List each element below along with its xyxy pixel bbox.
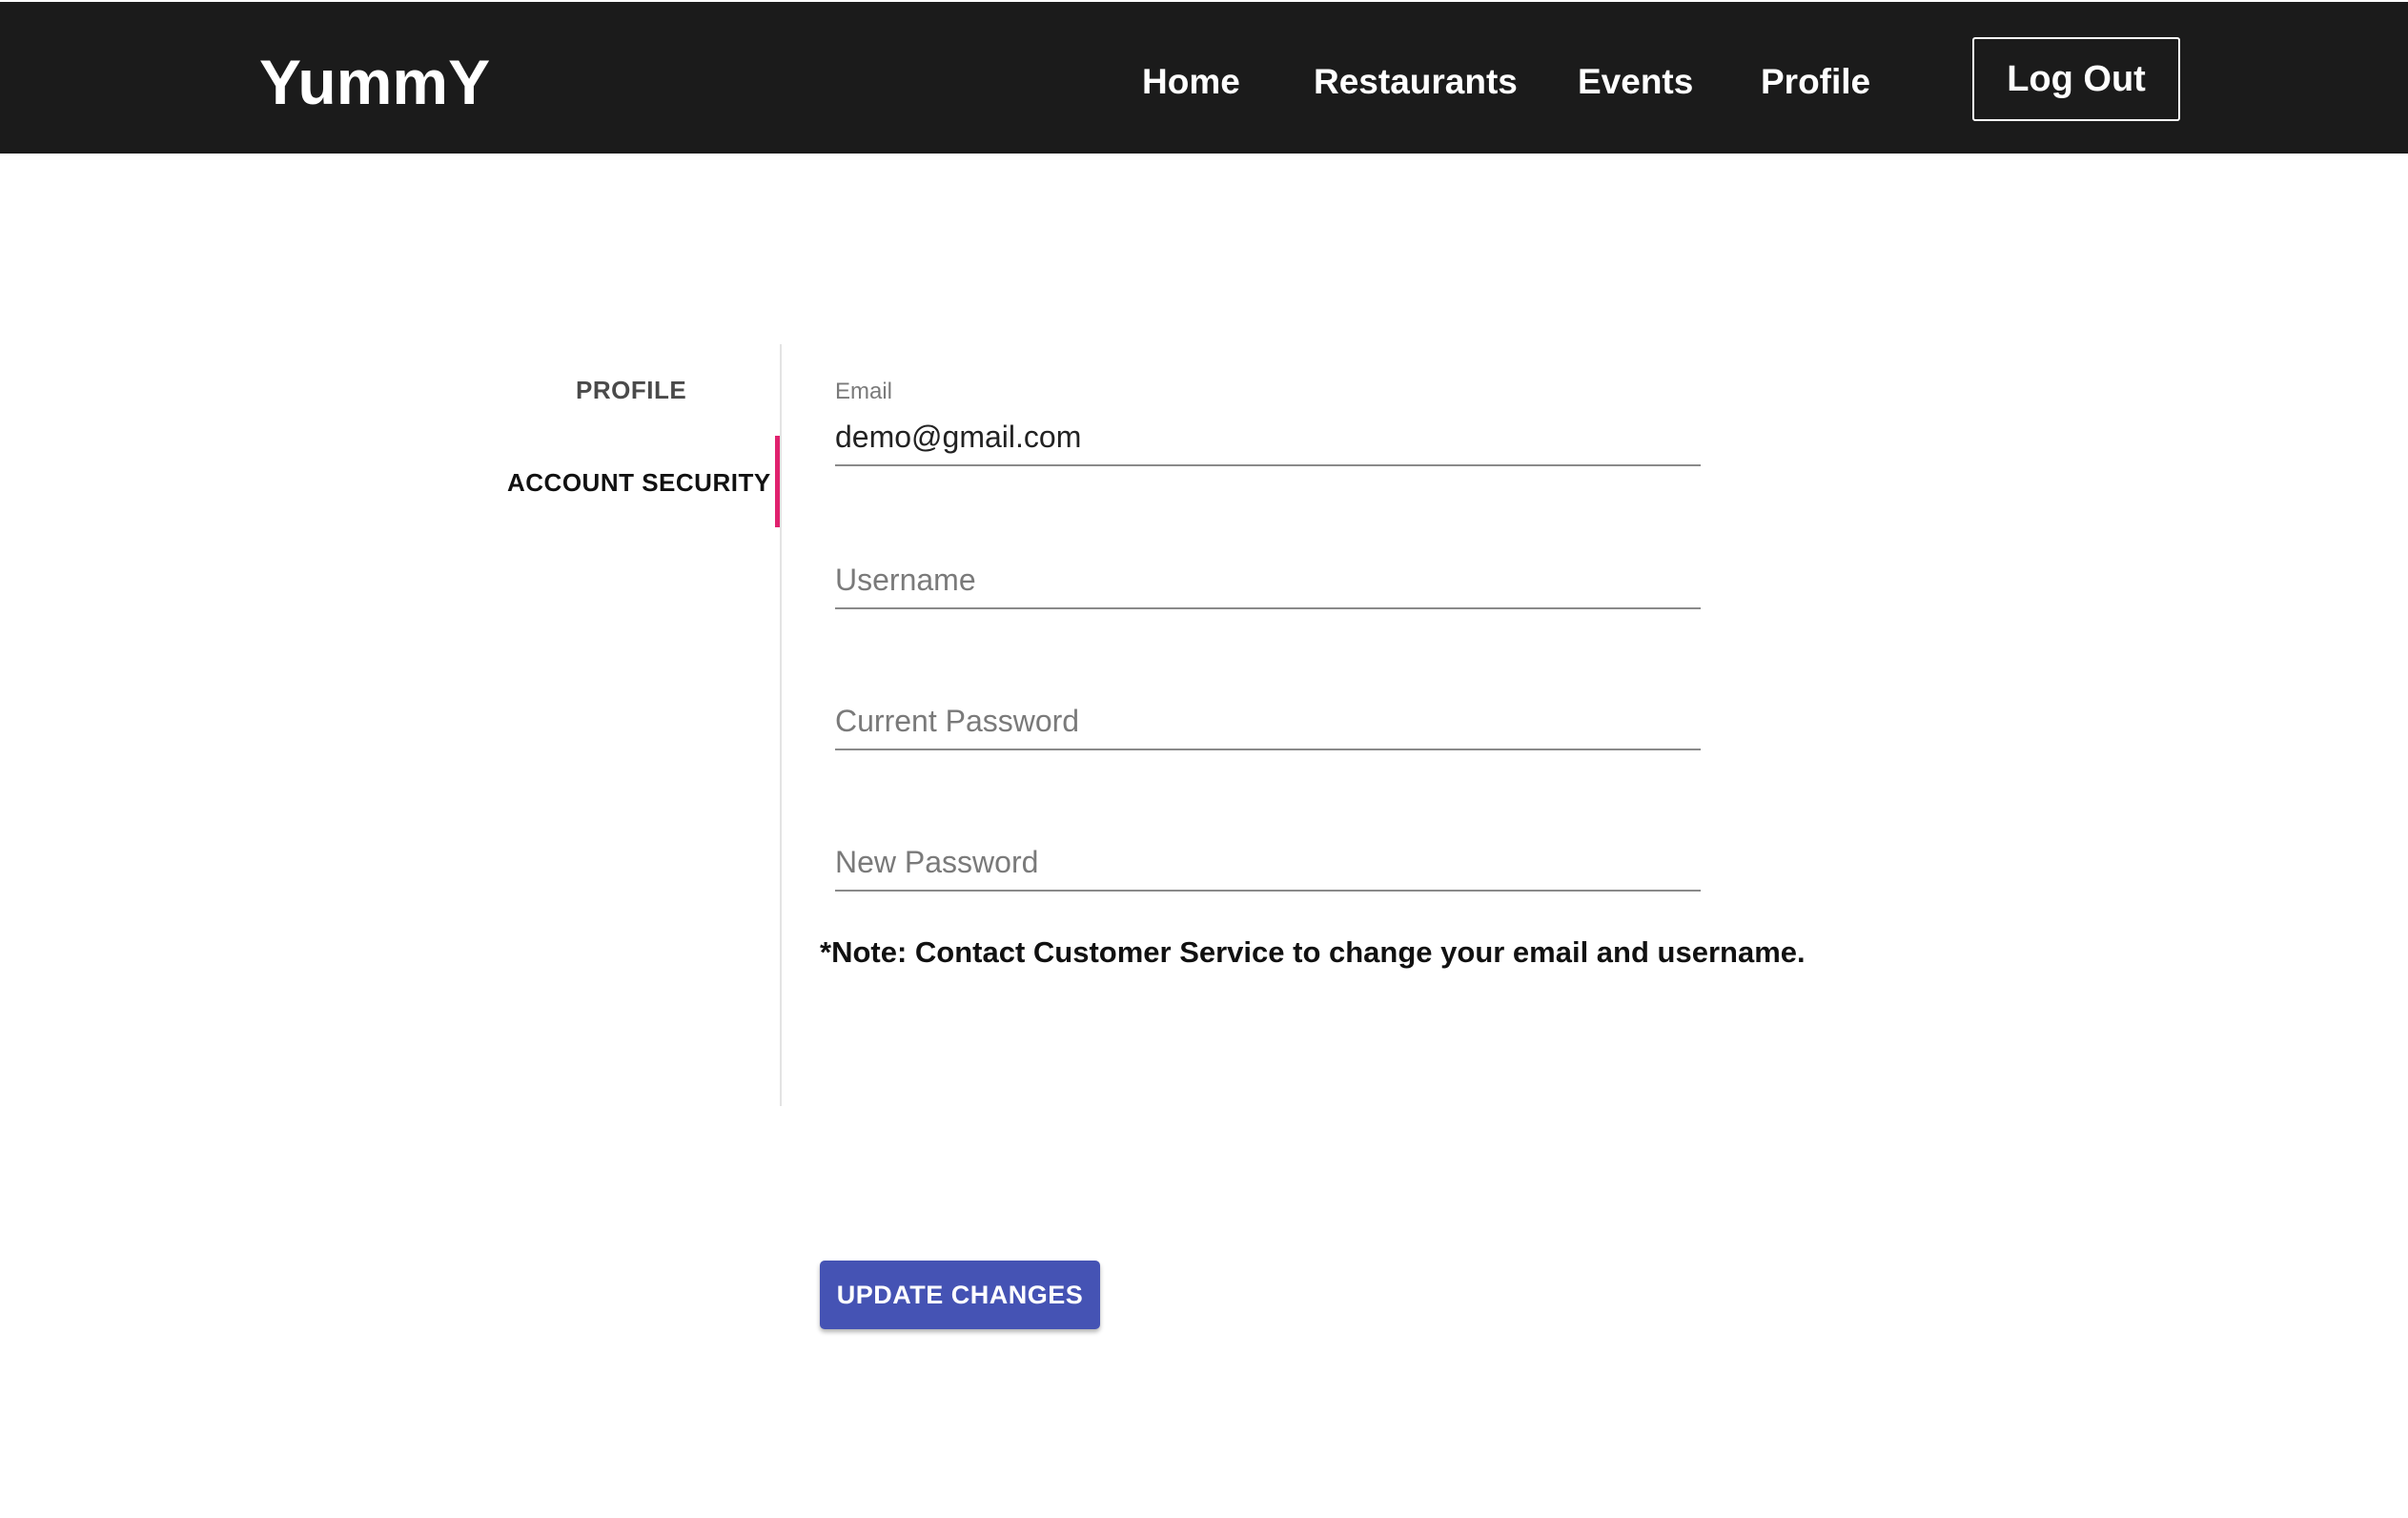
email-field[interactable]	[835, 415, 1701, 466]
email-label: Email	[835, 379, 893, 404]
current-password-field-group	[835, 699, 1701, 750]
new-password-field[interactable]	[835, 840, 1701, 892]
update-changes-button[interactable]: UPDATE CHANGES	[820, 1261, 1100, 1329]
email-field-group: Email	[835, 379, 1701, 466]
nav-home[interactable]: Home	[1142, 61, 1240, 103]
nav-events[interactable]: Events	[1578, 61, 1693, 103]
contact-note: *Note: Contact Customer Service to chang…	[820, 935, 1806, 969]
tab-account-security[interactable]: ACCOUNT SECURITY	[507, 468, 771, 498]
nav-restaurants[interactable]: Restaurants	[1314, 61, 1518, 103]
current-password-field[interactable]	[835, 699, 1701, 750]
top-navbar: YummY Home Restaurants Events Profile Lo…	[0, 0, 2408, 154]
nav-profile[interactable]: Profile	[1761, 61, 1870, 103]
tab-profile[interactable]: PROFILE	[576, 376, 686, 405]
brand-logo[interactable]: YummY	[259, 44, 490, 120]
new-password-field-group	[835, 840, 1701, 892]
sidebar-divider	[780, 344, 782, 1106]
logout-button[interactable]: Log Out	[1972, 37, 2180, 121]
username-field[interactable]	[835, 558, 1701, 609]
username-field-group	[835, 558, 1701, 609]
